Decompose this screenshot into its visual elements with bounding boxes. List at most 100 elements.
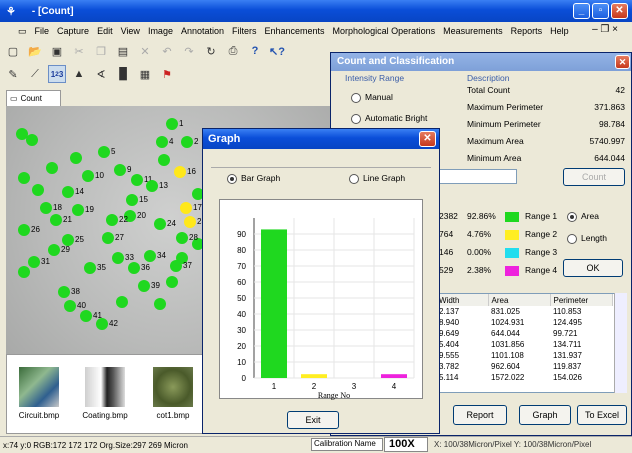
length-radio[interactable]: Length bbox=[567, 233, 607, 244]
measure-tool-icon[interactable]: ⟋ bbox=[26, 65, 44, 83]
particle-label: 36 bbox=[141, 263, 150, 272]
count-dialog-close-button[interactable]: ✕ bbox=[615, 55, 630, 69]
mdi-window-controls[interactable]: – ❐ × bbox=[592, 24, 618, 35]
graph-dialog-close-button[interactable]: ✕ bbox=[419, 131, 436, 147]
menu-item-reports[interactable]: Reports bbox=[511, 26, 543, 36]
calibration-value[interactable]: 100X bbox=[384, 437, 428, 452]
close-button[interactable]: ✕ bbox=[611, 3, 628, 19]
thumbnail-coating[interactable] bbox=[85, 367, 125, 407]
table-row[interactable]: 5.114 1572.022 154.026 bbox=[436, 372, 612, 383]
triangle-tool-icon[interactable]: ▲ bbox=[70, 65, 88, 83]
stat-name: Maximum Perimeter bbox=[467, 102, 544, 112]
count-dialog-title: Count and Classification bbox=[331, 53, 631, 71]
calibration-name-label: Calibration Name bbox=[311, 438, 383, 451]
annotation-tool-icon[interactable]: ✎ bbox=[4, 65, 22, 83]
stat-name: Minimum Area bbox=[467, 153, 522, 163]
range-color-swatch[interactable] bbox=[505, 248, 519, 258]
particle-dot bbox=[50, 214, 62, 226]
line-graph-radio[interactable]: Line Graph bbox=[349, 173, 405, 184]
to-excel-button[interactable]: To Excel bbox=[577, 405, 627, 425]
count-tool-icon[interactable]: 123 bbox=[48, 65, 66, 83]
menu-item-morphological-operations[interactable]: Morphological Operations bbox=[333, 26, 436, 36]
refresh-icon[interactable]: ↻ bbox=[202, 42, 220, 60]
table-row[interactable]: 5.404 1031.856 134.711 bbox=[436, 339, 612, 350]
count-input[interactable] bbox=[435, 169, 517, 184]
context-help-icon[interactable]: ↖? bbox=[268, 42, 286, 60]
menu-item-image[interactable]: Image bbox=[148, 26, 173, 36]
angle-tool-icon[interactable]: ∢ bbox=[92, 65, 110, 83]
menu-item-annotation[interactable]: Annotation bbox=[181, 26, 224, 36]
report-icon[interactable]: ▦ bbox=[136, 65, 154, 83]
particle-dot bbox=[84, 262, 96, 274]
menu-item-capture[interactable]: Capture bbox=[57, 26, 89, 36]
new-file-icon[interactable]: ▢ bbox=[4, 42, 22, 60]
open-folder-icon[interactable]: 📂 bbox=[26, 42, 44, 60]
particle-label: 37 bbox=[183, 261, 192, 270]
histogram-icon[interactable]: ▐▌ bbox=[114, 65, 132, 83]
menu-item-measurements[interactable]: Measurements bbox=[443, 26, 503, 36]
minimize-button[interactable]: _ bbox=[573, 3, 590, 19]
table-row[interactable]: 8.940 1024.931 124.495 bbox=[436, 317, 612, 328]
graph-button[interactable]: Graph bbox=[519, 405, 571, 425]
tab-count[interactable]: ▭ Count bbox=[6, 90, 61, 106]
copy-icon[interactable]: ❐ bbox=[92, 42, 110, 60]
table-row[interactable]: 3.782 962.604 119.837 bbox=[436, 361, 612, 372]
range-count: 146 bbox=[439, 247, 454, 257]
table-header[interactable]: Width bbox=[436, 294, 489, 306]
particle-label: 22 bbox=[119, 215, 128, 224]
manual-radio[interactable]: Manual bbox=[351, 92, 393, 103]
menu-item-filters[interactable]: Filters bbox=[232, 26, 257, 36]
automatic-bright-radio[interactable]: Automatic Bright bbox=[351, 113, 427, 124]
count-button[interactable]: Count bbox=[563, 168, 625, 186]
particle-dot bbox=[106, 214, 118, 226]
flag-icon[interactable]: ⚑ bbox=[158, 65, 176, 83]
stat-value: 644.044 bbox=[594, 153, 625, 163]
save-icon[interactable]: ▣ bbox=[48, 42, 66, 60]
bar-range-2 bbox=[301, 374, 327, 378]
menu-item-help[interactable]: Help bbox=[550, 26, 569, 36]
bar-chart-svg: 0 10 20 30 40 50 60 70 80 90 1 2 3 4 Range No bbox=[237, 218, 415, 400]
maximize-button[interactable]: ▫ bbox=[592, 3, 609, 19]
table-scrollbar[interactable] bbox=[614, 293, 627, 393]
table-header[interactable]: Area bbox=[488, 294, 551, 306]
particle-dot bbox=[184, 216, 196, 228]
range-percent: 2.38% bbox=[467, 265, 492, 275]
range-color-swatch[interactable] bbox=[505, 266, 519, 276]
menu-item-file[interactable]: File bbox=[35, 26, 50, 36]
table-cell: 99.721 bbox=[553, 329, 578, 338]
thumbnail-strip: Circuit.bmp Coating.bmp cot1.bmp bbox=[6, 354, 206, 434]
help-icon[interactable]: ? bbox=[246, 42, 264, 60]
app-icon: ⚘ bbox=[6, 5, 16, 18]
ok-button[interactable]: OK bbox=[563, 259, 623, 277]
tab-count-label: Count bbox=[20, 94, 42, 103]
menu-item-view[interactable]: View bbox=[121, 26, 140, 36]
table-row[interactable]: 2.137 831.025 110.853 bbox=[436, 306, 612, 317]
delete-icon[interactable]: ✕ bbox=[136, 42, 154, 60]
menu-item-enhancements[interactable]: Enhancements bbox=[265, 26, 325, 36]
radio-icon bbox=[349, 173, 359, 184]
range-color-swatch[interactable] bbox=[505, 230, 519, 240]
results-table[interactable]: Width Area Perimeter 2.137 831.025 110.853 8.9… bbox=[435, 293, 627, 393]
table-header[interactable]: Perimeter bbox=[550, 294, 613, 306]
stat-name: Maximum Area bbox=[467, 136, 524, 146]
particle-dot bbox=[156, 136, 168, 148]
range-color-swatch[interactable] bbox=[505, 212, 519, 222]
table-row[interactable]: 9.555 1101.108 131.937 bbox=[436, 350, 612, 361]
paste-icon[interactable]: ▤ bbox=[114, 42, 132, 60]
manual-label: Manual bbox=[365, 92, 393, 102]
cut-icon[interactable]: ✂ bbox=[70, 42, 88, 60]
print-icon[interactable]: ⎙ bbox=[224, 42, 242, 60]
table-row[interactable]: 9.649 644.044 99.721 bbox=[436, 328, 612, 339]
exit-button[interactable]: Exit bbox=[287, 411, 339, 429]
menu-item-edit[interactable]: Edit bbox=[97, 26, 113, 36]
particle-dot bbox=[70, 152, 82, 164]
redo-icon[interactable]: ↷ bbox=[180, 42, 198, 60]
thumbnail-circuit[interactable] bbox=[19, 367, 59, 407]
undo-icon[interactable]: ↶ bbox=[158, 42, 176, 60]
area-radio[interactable]: Area bbox=[567, 211, 599, 222]
x-axis-label: Range No bbox=[318, 391, 350, 400]
particle-label: 14 bbox=[75, 187, 84, 196]
thumbnail-cot1[interactable] bbox=[153, 367, 193, 407]
bar-graph-radio[interactable]: Bar Graph bbox=[227, 173, 280, 184]
report-button[interactable]: Report bbox=[453, 405, 507, 425]
